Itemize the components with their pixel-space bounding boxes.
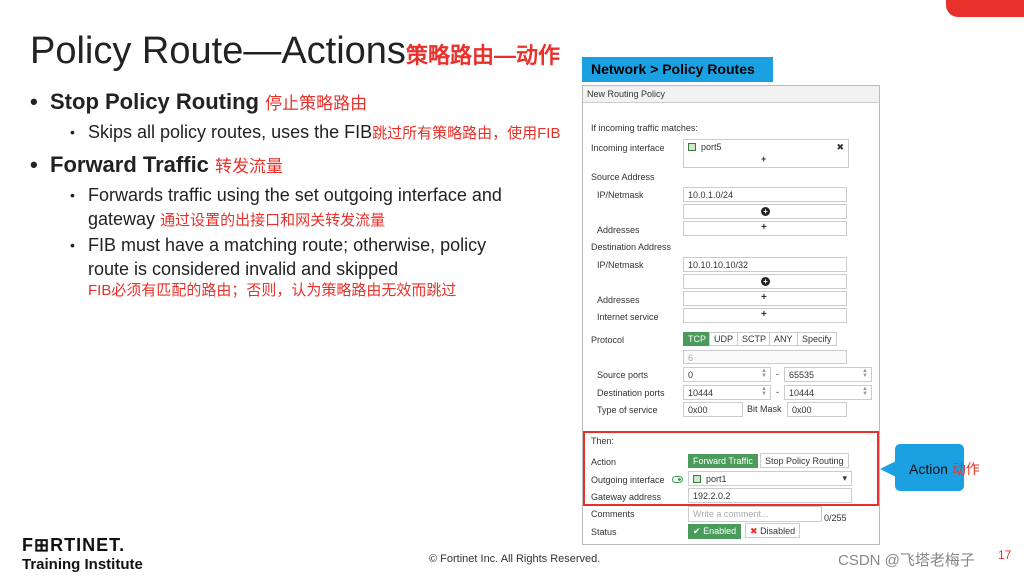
action-callout: Action 动作 (895, 444, 980, 491)
internet-service-field[interactable]: + (683, 308, 847, 323)
dash: - (776, 369, 779, 379)
source-port-from-input[interactable]: 0 ▲ ▼ (683, 367, 771, 382)
source-addresses-label: Addresses (597, 225, 640, 235)
copyright: © Fortinet Inc. All Rights Reserved. (429, 553, 601, 565)
protocol-label: Protocol (591, 335, 625, 345)
dest-ip-label: IP/Netmask (597, 260, 644, 270)
status-enabled-button[interactable]: ✔ Enabled (688, 524, 742, 539)
source-ip-input[interactable]: 10.0.1.0/24 (683, 187, 847, 202)
add-circle-icon[interactable]: + (761, 277, 770, 286)
watermark: CSDN @飞塔老梅子 (838, 552, 975, 569)
check-icon: ✔ (693, 526, 701, 536)
incoming-interface-label: Incoming interface (591, 143, 665, 153)
dest-addresses-label: Addresses (597, 295, 640, 305)
bitmask-input[interactable]: 0x00 (787, 402, 847, 417)
internet-service-label: Internet service (597, 312, 659, 322)
dest-addresses-field[interactable]: + (683, 291, 847, 306)
add-circle-icon[interactable]: + (761, 207, 770, 216)
gateway-input[interactable]: 192.2.0.2 (688, 488, 852, 503)
bullet-forward: • Forward Traffic 转发流量 (30, 152, 284, 177)
destination-ports-label: Destination ports (597, 388, 665, 398)
comments-label: Comments (591, 509, 635, 519)
protocol-udp[interactable]: UDP (709, 332, 739, 346)
port-icon (688, 143, 696, 151)
comments-input[interactable]: Write a comment... (688, 506, 822, 522)
action-forward-traffic[interactable]: Forward Traffic (688, 454, 758, 468)
add-icon[interactable]: + (761, 222, 767, 233)
page-number: 17 (998, 548, 1012, 562)
protocol-specify[interactable]: Specify (797, 332, 837, 346)
source-port-to-input[interactable]: 65535 ▲ ▼ (784, 367, 872, 382)
protocol-tcp[interactable]: TCP (683, 332, 711, 346)
source-ports-label: Source ports (597, 370, 649, 380)
tos-input[interactable]: 0x00 (683, 402, 743, 417)
slide-title: Policy Route—Actions策略路由—动作 (30, 30, 560, 72)
if-incoming-label: If incoming traffic matches: (591, 123, 698, 133)
protocol-number-input[interactable]: 6 (683, 350, 847, 364)
status-label: Status (591, 527, 617, 537)
dest-port-from-input[interactable]: 10444 ▲ ▼ (683, 385, 771, 400)
corner-decoration (946, 0, 1024, 17)
source-address-label: Source Address (591, 172, 655, 182)
bullet-stop: • Stop Policy Routing 停止策略路由 (30, 89, 368, 114)
bitmask-label: Bit Mask (747, 404, 782, 414)
protocol-sctp[interactable]: SCTP (737, 332, 772, 346)
add-icon[interactable]: + (761, 309, 767, 320)
status-disabled-button[interactable]: ✖ Disabled (745, 523, 801, 538)
callout-pointer (880, 461, 896, 477)
then-label: Then: (591, 436, 615, 446)
bullet-stop-sub: • Skips all policy routes, uses the FIB跳… (70, 122, 561, 142)
destination-address-label: Destination Address (591, 242, 672, 252)
port-icon (693, 475, 701, 483)
outgoing-interface-toggle[interactable] (672, 476, 683, 483)
dest-ip-add-row[interactable]: + (683, 274, 847, 289)
source-addresses-field[interactable]: + (683, 221, 847, 236)
fortinet-logo: F⊞RTINET. (22, 535, 126, 555)
outgoing-interface-label: Outgoing interface (591, 475, 665, 485)
incoming-interface-field[interactable]: port5 ✖ + (683, 139, 849, 168)
remove-icon[interactable]: ✖ (836, 142, 844, 153)
dest-ip-input[interactable]: 10.10.10.10/32 (683, 257, 847, 272)
comments-counter: 0/255 (824, 513, 847, 523)
action-label: Action (591, 457, 617, 467)
close-icon: ✖ (750, 526, 758, 536)
outgoing-interface-select[interactable]: port1 ▾ (688, 471, 852, 486)
training-institute-label: Training Institute (22, 556, 143, 573)
source-ip-label: IP/Netmask (597, 190, 644, 200)
dest-port-to-input[interactable]: 10444 ▲ ▼ (784, 385, 872, 400)
form-header: New Routing Policy (583, 86, 879, 103)
protocol-any[interactable]: ANY (769, 332, 798, 346)
breadcrumb: Network > Policy Routes (582, 57, 773, 82)
source-ip-add-row[interactable]: + (683, 204, 847, 219)
bullet-forward-sub1: • Forwards traffic using the set outgoin… (70, 185, 502, 229)
bullet-forward-sub2-cn: FIB必须有匹配的路由；否则，认为策略路由无效而跳过 (88, 282, 457, 299)
bullet-forward-sub2: • FIB must have a matching route; otherw… (70, 235, 487, 279)
routing-policy-form: New Routing Policy If incoming traffic m… (582, 85, 880, 545)
add-icon[interactable]: + (761, 154, 766, 164)
dash: - (776, 387, 779, 397)
action-stop-policy-routing[interactable]: Stop Policy Routing (760, 453, 849, 468)
add-icon[interactable]: + (761, 292, 767, 303)
chevron-down-icon: ▾ (842, 473, 847, 483)
gateway-label: Gateway address (591, 492, 662, 502)
tos-label: Type of service (597, 405, 658, 415)
slide-title-cn: 策略路由—动作 (405, 43, 560, 68)
